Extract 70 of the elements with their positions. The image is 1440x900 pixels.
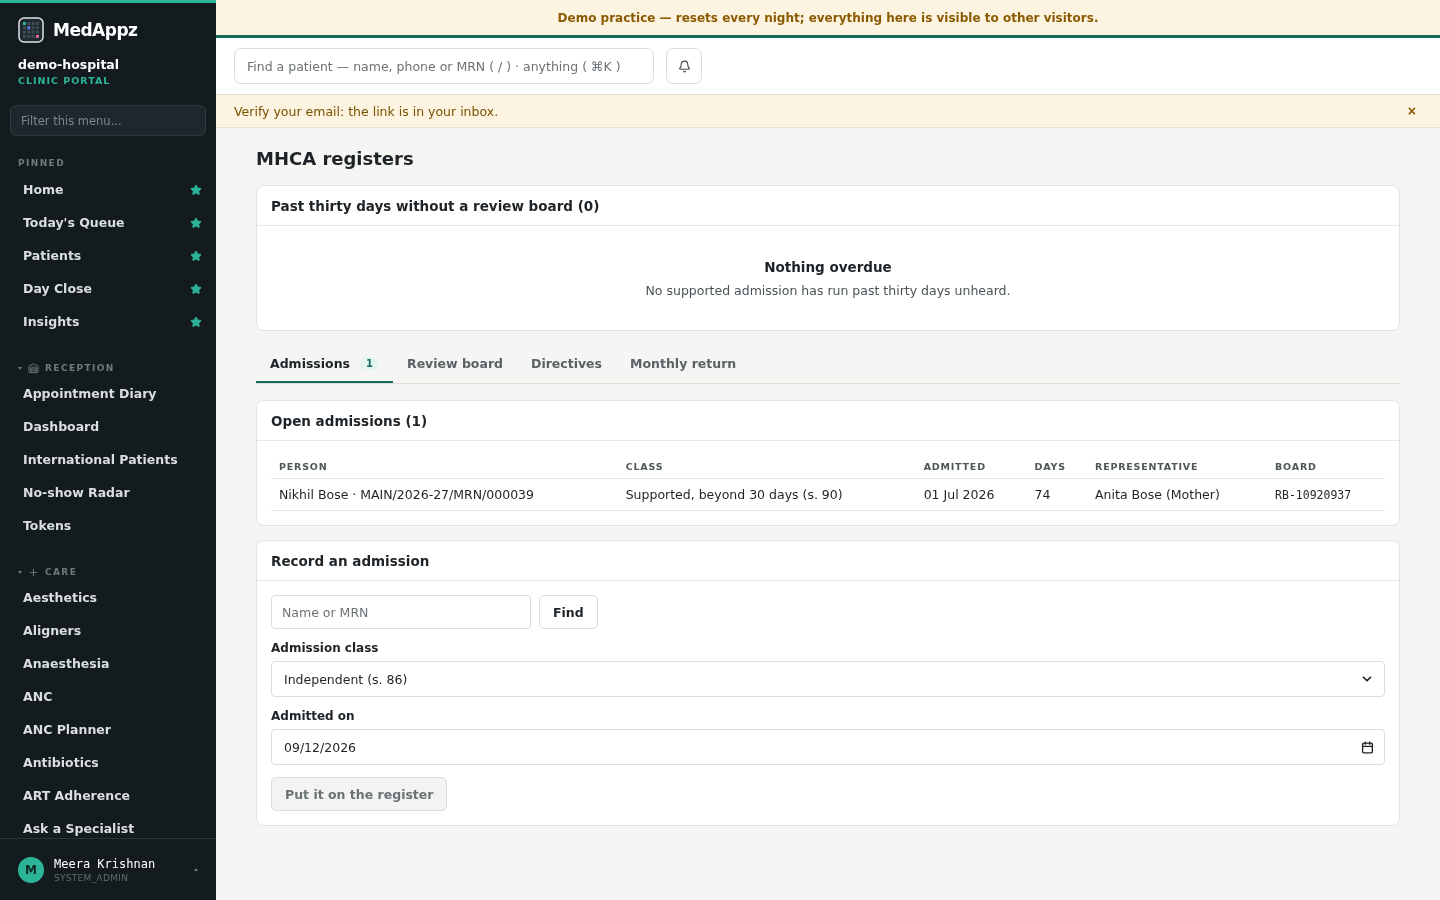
- building-icon: [28, 362, 39, 374]
- brand-name: MedAppz: [53, 20, 138, 40]
- column-header: CLASS: [617, 449, 916, 479]
- caret-icon[interactable]: [18, 570, 22, 574]
- count-badge: 1: [360, 356, 379, 370]
- table-cell: RB-10920937: [1267, 478, 1385, 511]
- bell-icon: [677, 59, 691, 73]
- table-cell: Nikhil Bose · MAIN/2026-27/MRN/000039: [271, 478, 618, 511]
- tab[interactable]: Review board: [393, 345, 517, 383]
- nav-item[interactable]: Anaesthesia: [18, 647, 202, 680]
- menu-filter-field[interactable]: Filter this menu...: [10, 105, 206, 136]
- nav-item[interactable]: Insights: [18, 305, 202, 338]
- section-heading: PINNED: [18, 158, 66, 168]
- nav-item[interactable]: Dashboard: [18, 410, 202, 443]
- field-label: Admission class: [271, 641, 380, 655]
- close-button[interactable]: ×: [1407, 103, 1416, 119]
- column-header: BOARD: [1267, 449, 1385, 479]
- nav-item[interactable]: Ask a Specialist: [18, 812, 202, 838]
- nav-item[interactable]: Patients: [18, 239, 202, 272]
- calendar-icon: [1361, 740, 1374, 754]
- nav-item[interactable]: ART Adherence: [18, 779, 202, 812]
- patient-search-field[interactable]: Find a patient — name, phone or MRN ( / ) · anything ( ⌘K ): [234, 48, 654, 84]
- section-heading: CARE: [45, 567, 78, 577]
- card-title: Past thirty days without a review board (0): [271, 197, 600, 214]
- date-field[interactable]: 09/12/2026: [271, 729, 1385, 765]
- admission-class-select[interactable]: Independent (s. 86): [271, 661, 1385, 697]
- nav-item[interactable]: ANC Planner: [18, 713, 202, 746]
- nav-item[interactable]: Aesthetics: [18, 581, 202, 614]
- nav-item[interactable]: Day Close: [18, 272, 202, 305]
- plus-icon: [28, 566, 39, 578]
- table-cell: Anita Bose (Mother): [1087, 478, 1268, 511]
- column-header: ADMITTED: [915, 449, 1027, 479]
- notice-text: Verify your email: the link is in your inbox.: [234, 103, 499, 119]
- nav-item[interactable]: No-show Radar: [18, 476, 202, 509]
- tab[interactable]: Directives: [517, 345, 617, 383]
- nav-item[interactable]: Antibiotics: [18, 746, 202, 779]
- card-title: Record an admission: [271, 552, 430, 569]
- card-title: Open admissions (1): [271, 412, 428, 429]
- nav-item[interactable]: Appointment Diary: [18, 377, 202, 410]
- table-cell: Supported, beyond 30 days (s. 90): [617, 478, 916, 511]
- nav-item[interactable]: Tokens: [18, 509, 202, 542]
- column-header: REPRESENTATIVE: [1087, 449, 1268, 479]
- column-header: PERSON: [271, 449, 618, 479]
- table-cell: 74: [1026, 478, 1088, 511]
- empty-message: No supported admission has run past thirty days unheard.: [645, 282, 1011, 298]
- tab[interactable]: Monthly return: [616, 345, 751, 383]
- patient-field[interactable]: Name or MRN: [271, 595, 531, 629]
- section-heading: RECEPTION: [45, 363, 115, 373]
- notifications-button[interactable]: [666, 48, 702, 84]
- user-avatar: M: [18, 856, 44, 883]
- caret-icon[interactable]: [18, 366, 22, 370]
- nav-item[interactable]: Home: [18, 173, 202, 206]
- find-button[interactable]: Find: [539, 595, 598, 629]
- nav-item[interactable]: Aligners: [18, 614, 202, 647]
- logo-icon: [18, 17, 44, 43]
- nav-item[interactable]: International Patients: [18, 443, 202, 476]
- portal-label: CLINIC PORTAL: [18, 75, 112, 86]
- caret-icon[interactable]: [194, 868, 198, 871]
- table-cell: 01 Jul 2026: [915, 478, 1027, 511]
- empty-title: Nothing overdue: [764, 258, 892, 275]
- page-title: MHCA registers: [256, 148, 415, 169]
- organization-name: demo-hospital: [18, 57, 121, 72]
- user-role: SYSTEM_ADMIN: [54, 872, 130, 883]
- nav-item[interactable]: Today's Queue: [18, 206, 202, 239]
- user-name: Meera Krishnan: [54, 856, 156, 871]
- tab[interactable]: Admissions 1: [256, 345, 393, 383]
- column-header: DAYS: [1026, 449, 1088, 479]
- field-label: Admitted on: [271, 709, 356, 723]
- nav-item[interactable]: ANC: [18, 680, 202, 713]
- demo-banner: Demo practice — resets every night; everything here is visible to other visitors.: [216, 0, 1440, 38]
